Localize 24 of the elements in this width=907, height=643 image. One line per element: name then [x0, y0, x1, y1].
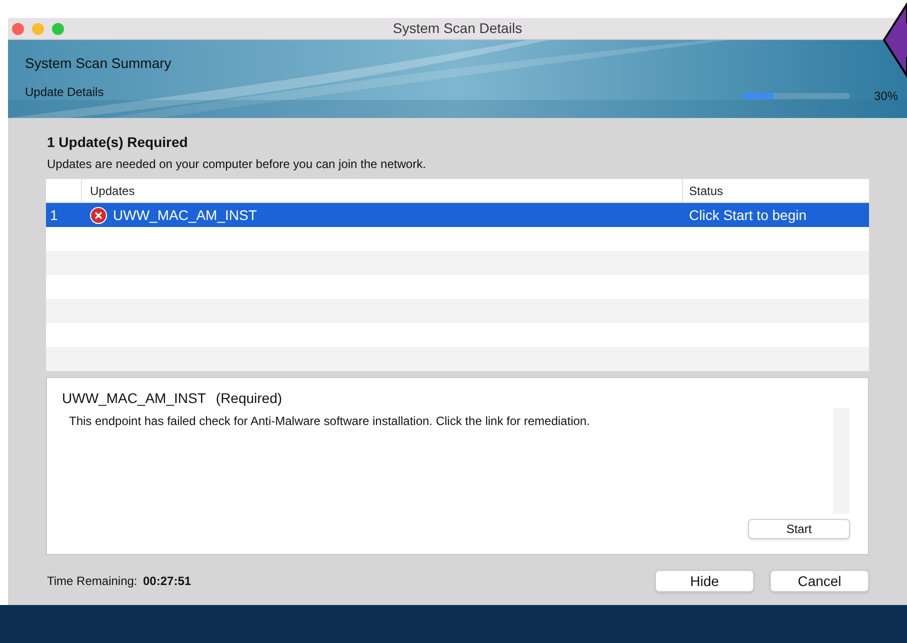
status-text: Click Start to begin [688, 206, 808, 225]
section-label: Update Details [25, 84, 104, 101]
column-header[interactable]: Status [683, 182, 869, 200]
update-name: UWW_MAC_AM_INST [62, 389, 206, 408]
time-remaining-label: Time Remaining: [47, 573, 138, 590]
arrow-annotation-icon [882, 0, 907, 78]
requirement-label: (Required) [216, 389, 282, 408]
close-button[interactable] [12, 22, 24, 34]
start-button[interactable]: Start [748, 519, 850, 539]
table-row[interactable]: 1 UWW_MAC_AM_INST Click Start to begin [46, 203, 869, 227]
time-remaining-value: 00:27:51 [143, 573, 192, 590]
progress-percent: 30% [874, 88, 898, 105]
dialog-button[interactable]: Hide [655, 570, 754, 592]
column-header[interactable]: Updates [82, 182, 682, 200]
details-message: This endpoint has failed check for Anti-Malware software installation. Click the link for remediation. [68, 413, 591, 430]
minimize-button[interactable] [32, 22, 44, 34]
window-title: System Scan Details [392, 19, 522, 38]
required-message: Updates are needed on your computer before you can join the network. [47, 156, 427, 173]
summary-title: System Scan Summary [25, 54, 172, 73]
row-number: 1 [49, 206, 59, 224]
required-heading: 1 Update(s) Required [47, 133, 189, 152]
zoom-button[interactable] [52, 22, 64, 34]
update-name: UWW_MAC_AM_INST [113, 206, 257, 225]
dialog-button[interactable]: Cancel [770, 570, 869, 592]
